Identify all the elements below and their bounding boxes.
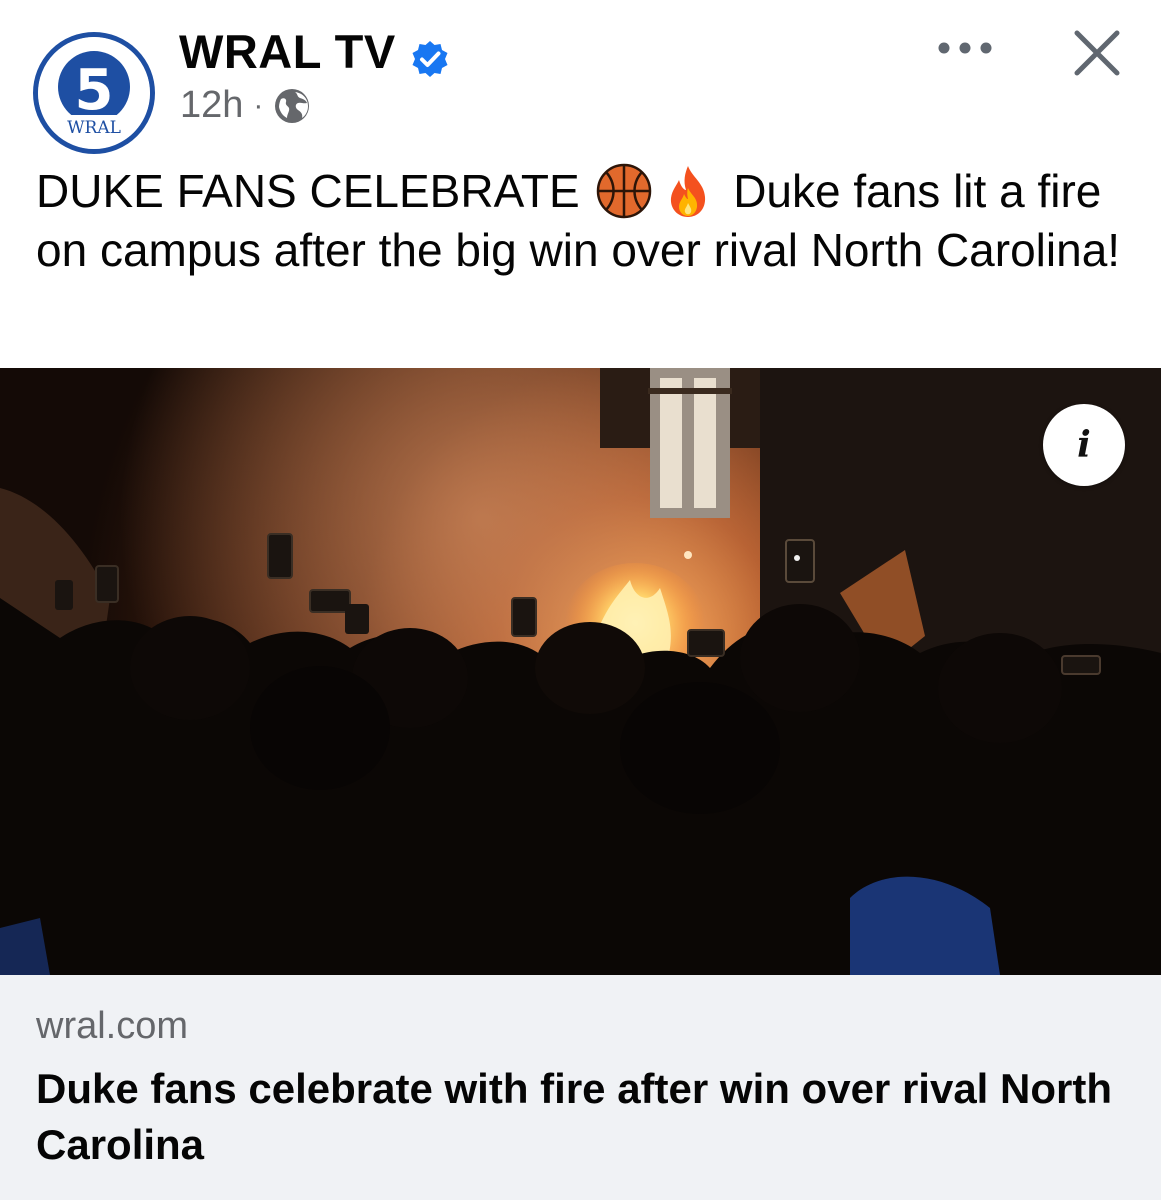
more-options-button[interactable] — [930, 26, 1000, 70]
more-horizontal-icon — [938, 42, 992, 54]
post-header: 5 WRAL WRAL TV 12h · — [0, 0, 1161, 154]
basketball-icon — [596, 163, 652, 219]
meta-separator: · — [253, 88, 264, 122]
avatar-number: 5 — [75, 58, 114, 123]
post-photo[interactable] — [0, 368, 1161, 975]
post-meta: 12h · — [180, 84, 311, 127]
photo-info-button[interactable]: i — [1043, 404, 1125, 486]
link-title[interactable]: Duke fans celebrate with fire after win … — [36, 1061, 1126, 1173]
page-avatar[interactable]: 5 WRAL — [33, 32, 155, 154]
fire-icon — [660, 163, 716, 219]
close-post-button[interactable] — [1068, 24, 1126, 82]
page-name[interactable]: WRAL TV — [179, 24, 396, 79]
wral-logo: 5 WRAL — [38, 37, 150, 149]
page-name-row: WRAL TV — [179, 24, 450, 79]
close-icon — [1074, 30, 1120, 76]
link-preview-card[interactable]: wral.com Duke fans celebrate with fire a… — [0, 975, 1161, 1200]
avatar-brand: WRAL — [67, 118, 121, 138]
post-message: DUKE FANS CELEBRATE Duke fans lit a fire… — [36, 162, 1131, 280]
globe-icon[interactable] — [273, 87, 311, 125]
link-domain: wral.com — [36, 1005, 189, 1047]
crowd-fire-photo — [0, 368, 1161, 975]
post-headline: DUKE FANS CELEBRATE — [36, 165, 580, 217]
post-timestamp[interactable]: 12h — [180, 84, 243, 127]
verified-badge-icon — [410, 35, 450, 77]
